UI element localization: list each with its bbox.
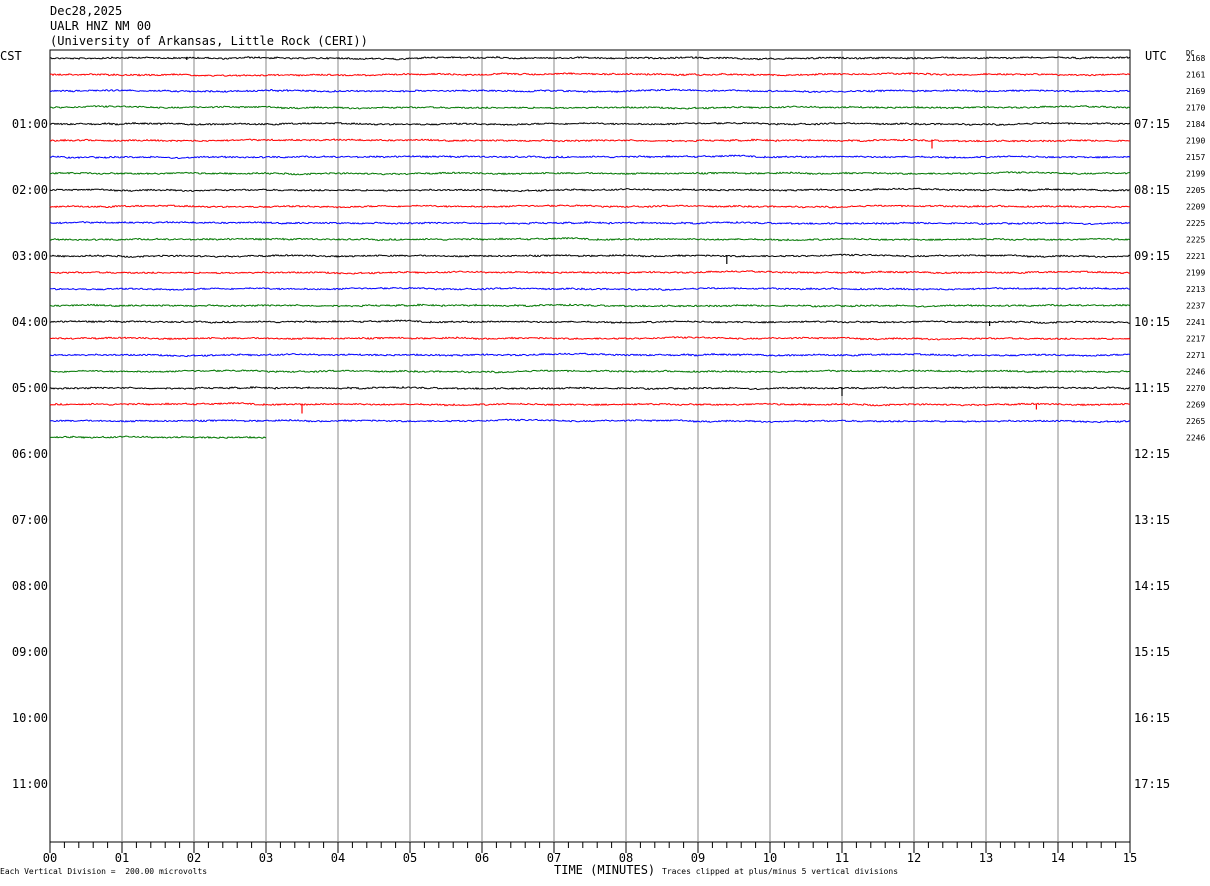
dc-offset-label: 2246 bbox=[1186, 434, 1205, 443]
dc-offset-label: 2271 bbox=[1186, 351, 1205, 360]
utc-hour-label: 16:15 bbox=[1134, 711, 1170, 725]
dc-offset-label: 2199 bbox=[1186, 170, 1205, 179]
seismogram-page: Dec28,2025 UALR HNZ NM 00 (University of… bbox=[0, 0, 1210, 886]
utc-hour-label: 14:15 bbox=[1134, 579, 1170, 593]
utc-hour-label: 11:15 bbox=[1134, 381, 1170, 395]
dc-offset-label: 2246 bbox=[1186, 368, 1205, 377]
seismic-trace bbox=[49, 105, 1131, 110]
x-tick-label: 14 bbox=[1051, 851, 1065, 865]
dc-offset-label: 2168 bbox=[1186, 54, 1205, 63]
utc-hour-label: 15:15 bbox=[1134, 645, 1170, 659]
dc-offset-label: 2265 bbox=[1186, 417, 1205, 426]
dc-offset-label: 2269 bbox=[1186, 401, 1205, 410]
cst-hour-label: 01:00 bbox=[12, 117, 48, 131]
cst-hour-label: 11:00 bbox=[12, 777, 48, 791]
dc-offset-label: 2209 bbox=[1186, 203, 1205, 212]
cst-hour-label: 02:00 bbox=[12, 183, 48, 197]
utc-hour-label: 10:15 bbox=[1134, 315, 1170, 329]
dc-offset-label: 2199 bbox=[1186, 269, 1205, 278]
x-tick-label: 12 bbox=[907, 851, 921, 865]
seismic-trace bbox=[49, 187, 1131, 193]
utc-hour-label: 07:15 bbox=[1134, 117, 1170, 131]
cst-hour-label: 05:00 bbox=[12, 381, 48, 395]
seismic-trace bbox=[49, 220, 1131, 226]
seismic-trace bbox=[49, 171, 1131, 176]
seismic-trace bbox=[49, 55, 1131, 61]
x-tick-label: 01 bbox=[115, 851, 129, 865]
seismic-trace bbox=[49, 72, 1131, 77]
x-tick-label: 02 bbox=[187, 851, 201, 865]
dc-offset-label: 2205 bbox=[1186, 186, 1205, 195]
cst-hour-label: 06:00 bbox=[12, 447, 48, 461]
seismic-trace bbox=[49, 385, 1131, 391]
seismic-trace bbox=[49, 88, 1131, 94]
seismic-trace bbox=[50, 270, 1131, 275]
x-tick-label: 05 bbox=[403, 851, 417, 865]
dc-offset-label: 2157 bbox=[1186, 153, 1205, 162]
seismic-trace bbox=[49, 319, 1130, 324]
clipping-note: Traces clipped at plus/minus 5 vertical … bbox=[662, 867, 899, 876]
dc-offset-label: 2169 bbox=[1186, 87, 1205, 96]
dc-offset-label: 2170 bbox=[1186, 104, 1205, 113]
x-tick-label: 15 bbox=[1123, 851, 1137, 865]
cst-hour-label: 07:00 bbox=[12, 513, 48, 527]
utc-hour-label: 13:15 bbox=[1134, 513, 1170, 527]
seismic-trace bbox=[49, 303, 1131, 308]
seismic-trace bbox=[49, 204, 1131, 209]
x-axis-title: TIME (MINUTES) bbox=[554, 863, 656, 877]
x-tick-label: 00 bbox=[43, 851, 57, 865]
x-tick-label: 03 bbox=[259, 851, 273, 865]
cst-hour-label: 03:00 bbox=[12, 249, 48, 263]
helicorder-plot: 00 01 02 03 04 05 06 07 08 09 10 11 12 13 14 1501:00 07:… bbox=[12, 49, 1205, 865]
cst-hour-label: 09:00 bbox=[12, 645, 48, 659]
seismic-trace bbox=[49, 369, 1131, 374]
dc-offset-label: 2221 bbox=[1186, 252, 1205, 261]
seismic-trace bbox=[49, 286, 1131, 292]
vertical-division-note: Each Vertical Division = 200.00 microvol… bbox=[0, 867, 208, 876]
seismic-trace bbox=[49, 352, 1131, 358]
plot-frame bbox=[49, 49, 1131, 843]
x-tick-label: 11 bbox=[835, 851, 849, 865]
dc-offset-label: 2213 bbox=[1186, 285, 1205, 294]
dc-offset-label: 2161 bbox=[1186, 71, 1205, 80]
x-tick-label: 10 bbox=[763, 851, 777, 865]
seismic-trace bbox=[49, 236, 1131, 242]
seismic-trace bbox=[50, 253, 1131, 258]
dc-offset-label: 2241 bbox=[1186, 318, 1205, 327]
dc-offset-label: 2237 bbox=[1186, 302, 1205, 311]
dc-offset-label: 2190 bbox=[1186, 137, 1205, 146]
seismic-trace bbox=[49, 336, 1131, 341]
utc-hour-label: 12:15 bbox=[1134, 447, 1170, 461]
seismic-trace bbox=[49, 121, 1131, 127]
dc-offset-label: 2217 bbox=[1186, 335, 1205, 344]
x-tick-label: 13 bbox=[979, 851, 993, 865]
dc-offset-label: 2225 bbox=[1186, 219, 1205, 228]
seismic-trace bbox=[49, 138, 1131, 143]
utc-hour-label: 17:15 bbox=[1134, 777, 1170, 791]
cst-hour-label: 10:00 bbox=[12, 711, 48, 725]
utc-hour-label: 08:15 bbox=[1134, 183, 1170, 197]
dc-offset-label: 2270 bbox=[1186, 384, 1205, 393]
seismic-trace bbox=[49, 435, 267, 439]
seismic-trace bbox=[49, 418, 1131, 424]
x-tick-label: 09 bbox=[691, 851, 705, 865]
seismic-trace bbox=[49, 154, 1131, 160]
seismic-trace bbox=[49, 401, 1131, 407]
dc-offset-label: 2184 bbox=[1186, 120, 1205, 129]
utc-hour-label: 09:15 bbox=[1134, 249, 1170, 263]
cst-hour-label: 04:00 bbox=[12, 315, 48, 329]
x-tick-label: 04 bbox=[331, 851, 345, 865]
dc-offset-label: 2225 bbox=[1186, 236, 1205, 245]
cst-hour-label: 08:00 bbox=[12, 579, 48, 593]
x-tick-label: 06 bbox=[475, 851, 489, 865]
